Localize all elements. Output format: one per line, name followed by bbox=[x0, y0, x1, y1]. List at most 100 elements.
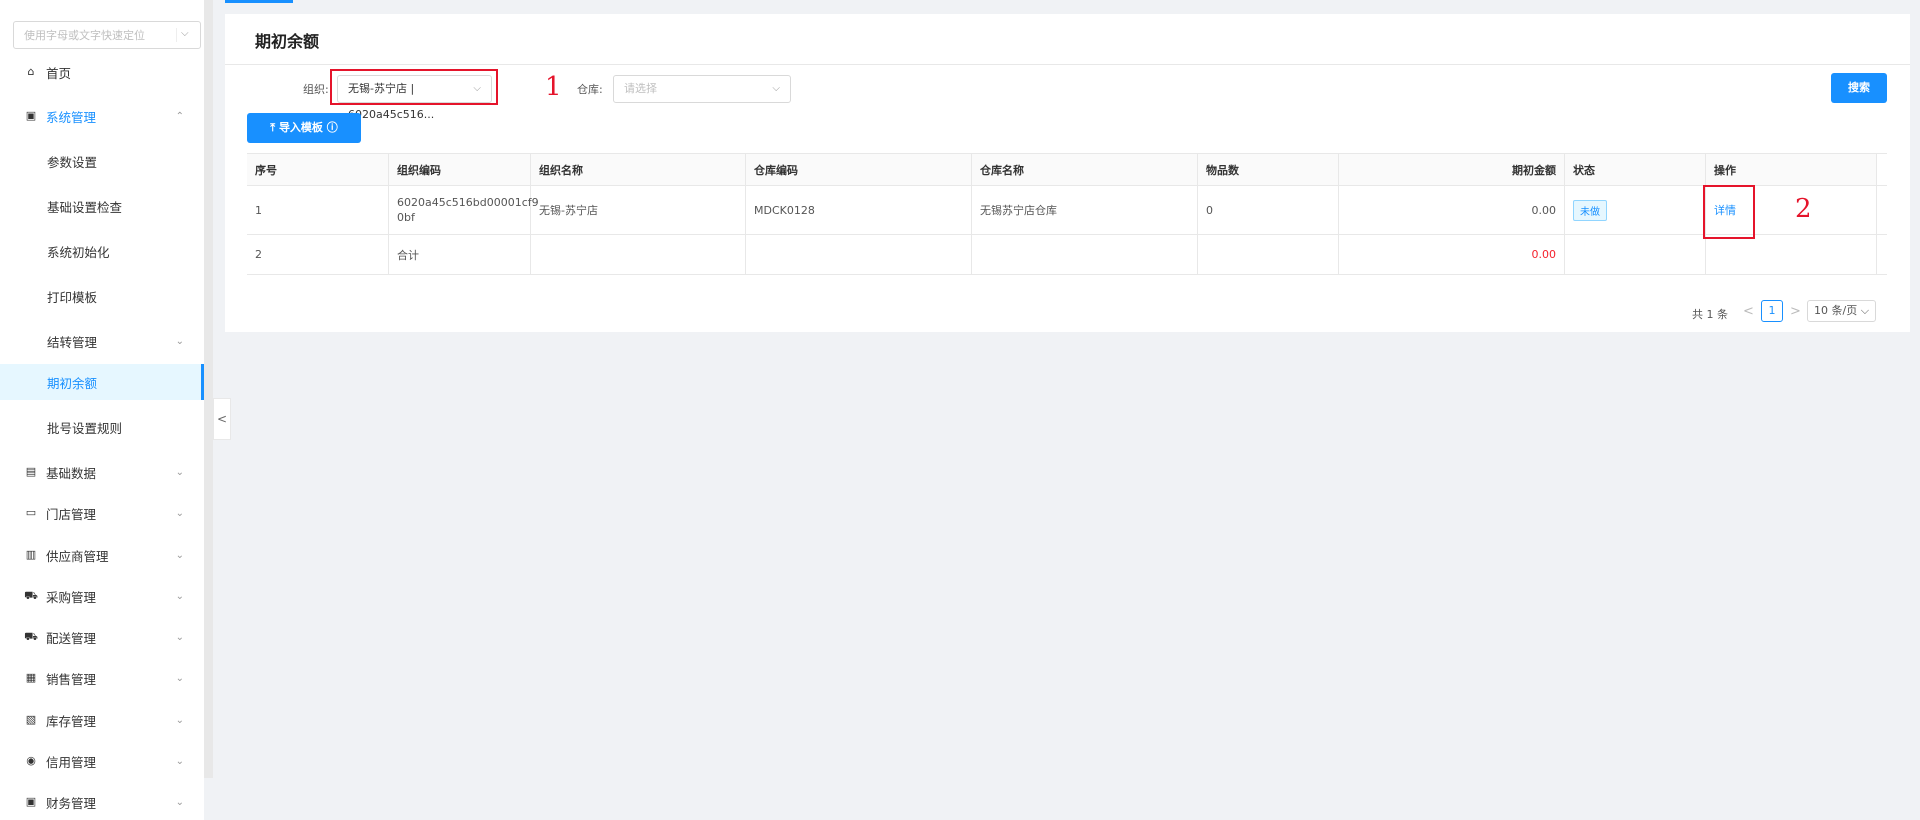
sidebar-item-label: 首页 bbox=[46, 65, 72, 81]
chevron-down-icon: ⌄ bbox=[175, 631, 184, 643]
sidebar-item-label: 供应商管理 bbox=[46, 548, 109, 564]
sidebar-item-basic-check[interactable]: 基础设置检查 bbox=[0, 188, 204, 224]
org-label: 组织: bbox=[303, 83, 329, 96]
active-tab-indicator bbox=[225, 0, 293, 3]
page-number-current[interactable]: 1 bbox=[1761, 300, 1783, 322]
cell-empty bbox=[531, 235, 746, 274]
sidebar: ⌵ ⌂ 首页 ▣ 系统管理 ⌃ 参数设置 基础设置检查 系统初始化 打印模板 结… bbox=[0, 0, 204, 820]
sidebar-item-home[interactable]: ⌂ 首页 bbox=[0, 54, 204, 90]
sidebar-collapse-button[interactable]: < bbox=[213, 398, 231, 440]
cell-total-amount: 0.00 bbox=[1339, 235, 1565, 274]
col-header-wh-name[interactable]: 仓库名称 bbox=[972, 154, 1198, 185]
cell-seq: 2 bbox=[247, 235, 389, 274]
page-size-select[interactable]: 10 条/页 ⌵ bbox=[1807, 300, 1877, 322]
cell-empty bbox=[1706, 235, 1877, 274]
cart-icon: ⛟ bbox=[24, 589, 38, 602]
store-icon: ▭ bbox=[25, 506, 37, 519]
cell-empty bbox=[972, 235, 1198, 274]
warehouse-select[interactable]: 请选择 ⌵ bbox=[613, 75, 791, 103]
annotation-box-2 bbox=[1703, 185, 1755, 239]
cell-empty bbox=[746, 235, 972, 274]
col-header-org-code[interactable]: 组织编码 bbox=[389, 154, 531, 185]
sidebar-item-label: 信用管理 bbox=[46, 754, 97, 770]
cell-wh-code: MDCK0128 bbox=[746, 186, 972, 234]
col-header-items[interactable]: 物品数 bbox=[1198, 154, 1339, 185]
inventory-icon: ▧ bbox=[25, 713, 37, 726]
sidebar-item-label: 门店管理 bbox=[46, 506, 97, 522]
import-template-label: 导入模板 bbox=[278, 121, 323, 134]
sidebar-item-credit[interactable]: ◉ 信用管理 ⌄ bbox=[0, 743, 204, 779]
sidebar-item-system[interactable]: ▣ 系统管理 ⌃ bbox=[0, 98, 204, 134]
chevron-down-icon: ⌄ bbox=[175, 672, 184, 684]
cell-empty bbox=[1565, 235, 1706, 274]
sidebar-item-label: 采购管理 bbox=[46, 589, 97, 605]
sidebar-item-opening-balance[interactable]: 期初余额 bbox=[0, 364, 204, 400]
org-code-line-2: 0bf bbox=[397, 211, 415, 224]
status-badge: 未做 bbox=[1573, 199, 1607, 221]
col-header-wh-code[interactable]: 仓库编码 bbox=[746, 154, 972, 185]
sidebar-item-label: 财务管理 bbox=[46, 795, 97, 811]
sidebar-item-label: 参数设置 bbox=[47, 154, 98, 170]
sidebar-item-delivery[interactable]: ⛟ 配送管理 ⌄ bbox=[0, 619, 204, 655]
cell-amount: 0.00 bbox=[1339, 186, 1565, 234]
system-icon: ▣ bbox=[25, 109, 37, 122]
next-page-icon[interactable]: > bbox=[1790, 304, 1801, 319]
sidebar-item-store[interactable]: ▭ 门店管理 ⌄ bbox=[0, 495, 204, 531]
page-title: 期初余额 bbox=[255, 32, 320, 51]
sidebar-item-label: 基础数据 bbox=[46, 465, 97, 481]
col-header-seq[interactable]: 序号 bbox=[247, 154, 389, 185]
opening-balance-table: 序号 组织编码 组织名称 仓库编码 仓库名称 物品数 期初金额 状态 操作 1 … bbox=[247, 153, 1887, 275]
help-circle-icon: ⓘ bbox=[326, 121, 338, 134]
sidebar-item-print-template[interactable]: 打印模板 bbox=[0, 278, 204, 314]
main-card: 期初余额 组织: 无锡-苏宁店 | 6020a45c516... ⌵ 1 仓库:… bbox=[225, 14, 1910, 332]
finance-icon: ▣ bbox=[25, 795, 37, 808]
sidebar-item-label: 库存管理 bbox=[46, 713, 97, 729]
sidebar-item-basic-data[interactable]: ▤ 基础数据 ⌄ bbox=[0, 454, 204, 490]
col-header-status[interactable]: 状态 bbox=[1565, 154, 1706, 185]
col-header-org-name[interactable]: 组织名称 bbox=[531, 154, 746, 185]
chevron-down-icon: ⌵ bbox=[772, 83, 780, 94]
search-button[interactable]: 搜索 bbox=[1831, 73, 1887, 103]
chevron-down-icon: ⌵ bbox=[1860, 304, 1870, 317]
sidebar-item-purchase[interactable]: ⛟ 采购管理 ⌄ bbox=[0, 578, 204, 614]
sidebar-item-label: 结转管理 bbox=[47, 334, 98, 350]
pagination-total: 共 1 条 bbox=[1692, 308, 1728, 321]
basic-data-icon: ▤ bbox=[25, 465, 37, 478]
menu-search-input[interactable] bbox=[14, 22, 164, 48]
chevron-up-icon: ⌃ bbox=[175, 110, 184, 122]
chevron-down-icon[interactable]: ⌵ bbox=[176, 28, 192, 42]
annotation-number-1: 1 bbox=[545, 72, 562, 102]
sidebar-item-carryover[interactable]: 结转管理 ⌄ bbox=[0, 323, 204, 359]
sidebar-item-inventory[interactable]: ▧ 库存管理 ⌄ bbox=[0, 702, 204, 738]
chevron-down-icon: ⌄ bbox=[175, 755, 184, 767]
import-template-button[interactable]: ⤒ 导入模板 ⓘ bbox=[247, 113, 361, 143]
sidebar-scrollbar[interactable] bbox=[204, 0, 213, 778]
chevron-left-icon: < bbox=[216, 412, 228, 426]
prev-page-icon[interactable]: < bbox=[1743, 304, 1754, 319]
col-header-amount[interactable]: 期初金额 bbox=[1339, 154, 1565, 185]
upload-icon: ⤒ bbox=[270, 121, 276, 134]
sidebar-item-label: 系统初始化 bbox=[47, 244, 110, 260]
col-header-action[interactable]: 操作 bbox=[1706, 154, 1877, 185]
supplier-icon: ▥ bbox=[25, 548, 37, 561]
menu-search-box[interactable]: ⌵ bbox=[13, 21, 201, 49]
cell-wh-name: 无锡苏宁店仓库 bbox=[972, 186, 1198, 234]
chevron-down-icon: ⌄ bbox=[175, 590, 184, 602]
table-row: 2 合计 0.00 bbox=[247, 235, 1887, 275]
chevron-down-icon: ⌄ bbox=[175, 714, 184, 726]
chevron-down-icon: ⌄ bbox=[175, 549, 184, 561]
sidebar-item-label: 期初余额 bbox=[47, 375, 98, 391]
sidebar-item-supplier[interactable]: ▥ 供应商管理 ⌄ bbox=[0, 537, 204, 573]
chevron-down-icon: ⌄ bbox=[175, 335, 184, 347]
sidebar-item-sales[interactable]: ▦ 销售管理 ⌄ bbox=[0, 660, 204, 696]
chevron-down-icon: ⌄ bbox=[175, 796, 184, 808]
warehouse-select-placeholder: 请选择 bbox=[624, 82, 657, 95]
sidebar-item-init[interactable]: 系统初始化 bbox=[0, 233, 204, 269]
sidebar-item-params[interactable]: 参数设置 bbox=[0, 143, 204, 179]
sidebar-item-label: 批号设置规则 bbox=[47, 420, 123, 436]
credit-icon: ◉ bbox=[26, 754, 36, 767]
sidebar-item-finance[interactable]: ▣ 财务管理 ⌄ bbox=[0, 784, 204, 820]
sidebar-item-batch-rule[interactable]: 批号设置规则 bbox=[0, 409, 204, 445]
cell-org-name: 无锡-苏宁店 bbox=[531, 186, 746, 234]
sidebar-item-label: 打印模板 bbox=[47, 289, 98, 305]
